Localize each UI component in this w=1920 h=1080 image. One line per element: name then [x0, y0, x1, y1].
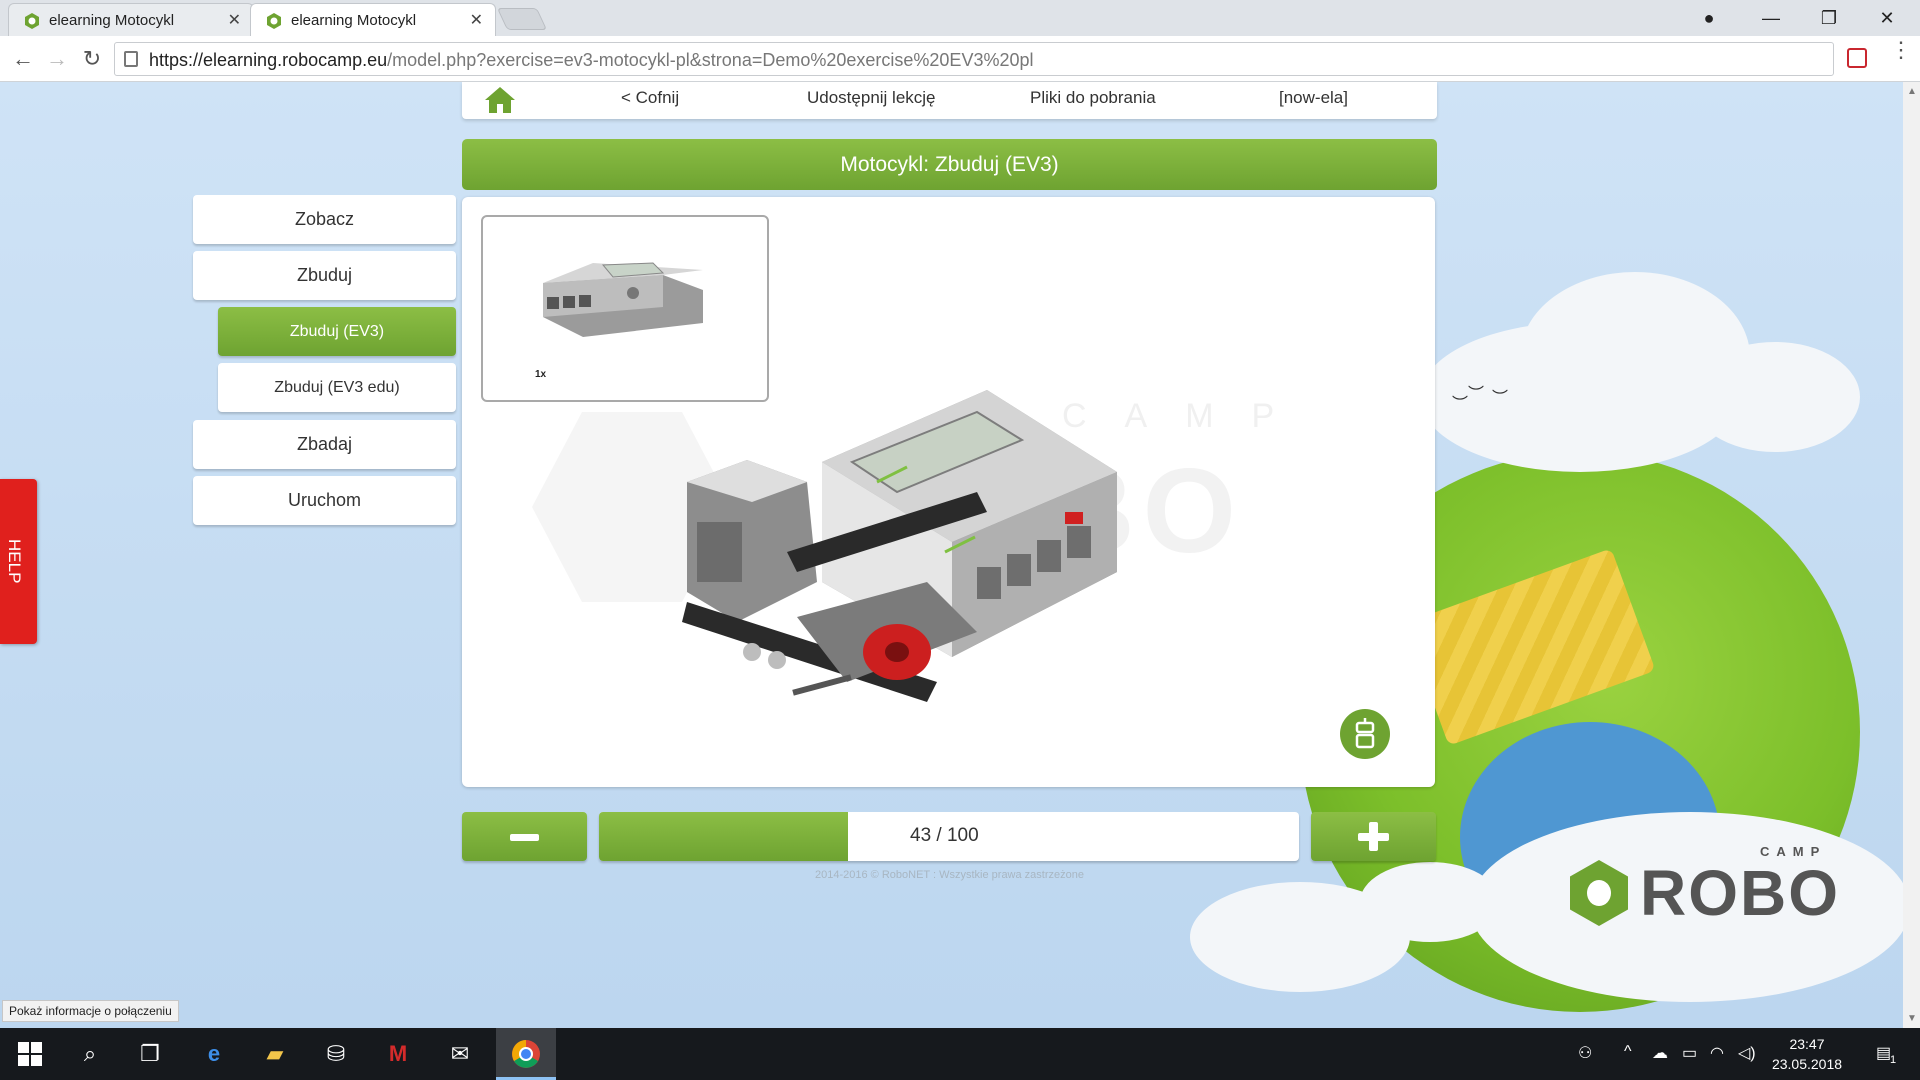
cloud: [1690, 342, 1860, 452]
help-tab[interactable]: HELP: [0, 479, 37, 644]
windows-start-icon[interactable]: [14, 1038, 46, 1070]
step-counter: 43 / 100: [910, 825, 979, 846]
copyright-footer: 2014-2016 © RoboNET : Wszystkie prawa za…: [815, 869, 1084, 881]
build-instructions-panel: ROBO CAMP 1x: [462, 197, 1435, 787]
browser-tab-2[interactable]: elearning Motocykl ✕: [250, 3, 496, 36]
windows-taskbar: ⌕ ❐ e ▰ ⛁ M ✉ ⚇ ^ ☁ ▭ ◠ ◁) 23:47 23.05.2…: [0, 1028, 1920, 1080]
robot-zoom-icon: [1355, 718, 1375, 749]
back-link[interactable]: < Cofnij: [621, 88, 679, 108]
page-info-icon[interactable]: [124, 51, 138, 67]
downloads-link[interactable]: Pliki do pobrania: [1030, 88, 1156, 108]
menu-item-run[interactable]: Uruchom: [193, 476, 456, 525]
address-bar[interactable]: https://elearning.robocamp.eu/model.php?…: [114, 42, 1834, 76]
mcafee-icon[interactable]: M: [382, 1038, 414, 1070]
menu-item-explore[interactable]: Zbadaj: [193, 420, 456, 469]
clock-date: 23.05.2018: [1771, 1056, 1843, 1072]
onedrive-icon[interactable]: ☁: [1652, 1043, 1668, 1063]
clock-time: 23:47: [1789, 1036, 1825, 1052]
robocamp-logo: ROBO CAMP: [1570, 844, 1870, 942]
minimize-icon[interactable]: —: [1748, 4, 1794, 32]
parts-quantity: 1x: [535, 369, 547, 380]
robocamp-favicon-icon: [25, 13, 39, 29]
next-step-button[interactable]: [1311, 812, 1436, 861]
system-clock[interactable]: 23:47 23.05.2018: [1770, 1034, 1844, 1074]
url-host: https://elearning.robocamp.eu: [149, 50, 388, 70]
user-link[interactable]: [now-ela]: [1279, 88, 1348, 108]
motorcycle-model-image: [682, 390, 1117, 702]
tab-title: elearning Motocykl: [291, 12, 417, 29]
extension-shield-icon[interactable]: [1847, 48, 1867, 68]
bird-icon: ︶: [1452, 396, 1469, 413]
menu-item-build[interactable]: Zbuduj: [193, 251, 456, 300]
tab-close-icon[interactable]: ✕: [228, 10, 241, 30]
previous-step-button[interactable]: [462, 812, 587, 861]
parts-list-box: 1x: [481, 215, 769, 402]
help-label: HELP: [5, 539, 24, 584]
robocamp-favicon-icon: [267, 13, 281, 29]
browser-tab-1[interactable]: elearning Motocykl ✕: [8, 3, 254, 36]
mail-icon[interactable]: ✉: [444, 1038, 476, 1070]
page-viewport: ︶ ︶ ︶ < Cofnij Udostępnij lekcję Pliki d…: [0, 82, 1903, 1028]
top-navigation: < Cofnij Udostępnij lekcję Pliki do pobr…: [462, 82, 1437, 119]
volume-icon[interactable]: ◁): [1738, 1043, 1756, 1063]
ev3-brick-part-image: [543, 262, 703, 337]
browser-menu-icon[interactable]: ⋮: [1890, 39, 1912, 72]
restore-icon[interactable]: ❐: [1806, 4, 1852, 32]
chrome-icon: [512, 1040, 540, 1068]
scroll-down-arrow-icon[interactable]: ▼: [1907, 1013, 1917, 1024]
wifi-icon[interactable]: ◠: [1710, 1043, 1724, 1063]
plus-icon-vertical: [1369, 822, 1378, 851]
store-icon[interactable]: ⛁: [320, 1038, 352, 1070]
share-lesson-link[interactable]: Udostępnij lekcję: [807, 88, 936, 108]
url-text[interactable]: https://elearning.robocamp.eu/model.php?…: [149, 50, 1034, 71]
search-icon[interactable]: ⌕: [74, 1038, 106, 1070]
file-explorer-icon[interactable]: ▰: [259, 1038, 291, 1070]
chrome-taskbar-button[interactable]: [496, 1028, 556, 1080]
bird-icon: ︶: [1492, 390, 1509, 407]
page-scrollbar[interactable]: ▲ ▼: [1903, 82, 1920, 1028]
home-icon[interactable]: [484, 85, 516, 115]
step-progress-bar: 43 / 100: [599, 812, 1299, 861]
browser-title-bar: elearning Motocykl ✕ elearning Motocykl …: [0, 0, 1920, 36]
page-title: Motocykl: Zbuduj (EV3): [462, 139, 1437, 190]
tray-chevron-icon[interactable]: ^: [1624, 1043, 1632, 1061]
scroll-up-arrow-icon[interactable]: ▲: [1907, 86, 1917, 97]
profile-icon[interactable]: ●: [1686, 4, 1732, 32]
zoom-button[interactable]: [1340, 709, 1390, 759]
people-icon[interactable]: ⚇: [1578, 1043, 1592, 1063]
close-window-icon[interactable]: ✕: [1864, 4, 1910, 32]
edge-browser-icon[interactable]: e: [198, 1038, 230, 1070]
robocamp-logo-hexagon: [1570, 860, 1628, 926]
notifications-count: 1: [1890, 1054, 1897, 1066]
new-tab-button[interactable]: [496, 8, 548, 30]
tab-close-icon[interactable]: ✕: [470, 10, 483, 30]
step-progress-fill: [599, 812, 848, 861]
bird-icon: ︶: [1468, 386, 1485, 403]
status-bubble: Pokaż informacje o połączeniu: [2, 1000, 179, 1022]
menu-item-see[interactable]: Zobacz: [193, 195, 456, 244]
notifications-icon[interactable]: ▤: [1876, 1043, 1891, 1063]
minus-icon: [510, 834, 539, 841]
menu-item-build-ev3[interactable]: Zbuduj (EV3): [218, 307, 456, 356]
reload-icon[interactable]: ↻: [78, 45, 106, 73]
tab-title: elearning Motocykl: [49, 12, 175, 29]
battery-icon[interactable]: ▭: [1682, 1043, 1697, 1063]
task-view-icon[interactable]: ❐: [134, 1038, 166, 1070]
menu-item-build-ev3-edu[interactable]: Zbuduj (EV3 edu): [218, 363, 456, 412]
back-arrow-icon[interactable]: ←: [9, 45, 37, 73]
browser-toolbar: ← → ↻ https://elearning.robocamp.eu/mode…: [0, 36, 1920, 82]
robocamp-logo-text: ROBO: [1640, 857, 1840, 929]
forward-arrow-icon[interactable]: →: [43, 45, 71, 73]
url-path: /model.php?exercise=ev3-motocykl-pl&stro…: [387, 50, 1034, 70]
robocamp-logo-small-text: CAMP: [1760, 844, 1827, 859]
